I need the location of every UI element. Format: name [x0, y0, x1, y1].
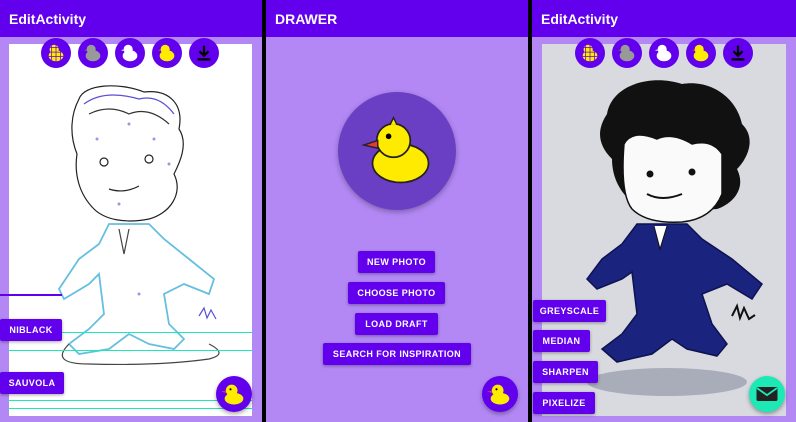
- mail-icon: [756, 387, 778, 401]
- app-title: EditActivity: [541, 11, 619, 27]
- seek-track: [8, 400, 252, 401]
- edit-activity-screen-1: EditActivity NIBLACK SAUVOLA: [0, 0, 262, 422]
- tool-row: [0, 38, 262, 72]
- greyscale-button-label: GREYSCALE: [539, 306, 600, 316]
- duck-fab[interactable]: [216, 376, 252, 412]
- app-bar: DRAWER: [266, 0, 528, 37]
- duck-white-icon[interactable]: [649, 38, 679, 68]
- greyscale-button[interactable]: GREYSCALE: [533, 300, 606, 322]
- search-inspiration-button[interactable]: SEARCH FOR INSPIRATION: [323, 343, 471, 365]
- app-bar: EditActivity: [532, 0, 796, 37]
- sauvola-button[interactable]: SAUVOLA: [0, 372, 64, 394]
- duck-grey-icon[interactable]: [78, 38, 108, 68]
- duck-yellow-icon[interactable]: [686, 38, 716, 68]
- sauvola-button-label: SAUVOLA: [8, 378, 56, 388]
- duck-icon: [361, 116, 430, 184]
- sharpen-button-label: SHARPEN: [542, 367, 589, 377]
- load-draft-button[interactable]: LOAD DRAFT: [355, 313, 438, 335]
- duck-grid-icon[interactable]: [41, 38, 71, 68]
- drawer-screen: DRAWER NEW PHOTO CHOOSE PHOTO LOAD DRAFT…: [266, 0, 528, 422]
- load-draft-button-label: LOAD DRAFT: [365, 319, 428, 329]
- edit-activity-screen-2: EditActivity GREYSCALE MEDIAN SHARPEN PI…: [532, 0, 796, 422]
- new-photo-button-label: NEW PHOTO: [367, 257, 426, 267]
- niblack-button-label: NIBLACK: [9, 325, 53, 335]
- duck-icon: [221, 384, 244, 405]
- seek-track: [8, 408, 252, 409]
- pixelize-button[interactable]: PIXELIZE: [533, 392, 595, 414]
- mail-fab[interactable]: [749, 376, 785, 412]
- duck-grey-icon[interactable]: [612, 38, 642, 68]
- app-title: EditActivity: [9, 11, 87, 27]
- seek-track: [0, 294, 62, 296]
- median-button-label: MEDIAN: [542, 336, 581, 346]
- download-icon[interactable]: [723, 38, 753, 68]
- duck-white-icon[interactable]: [115, 38, 145, 68]
- sharpen-button[interactable]: SHARPEN: [533, 361, 598, 383]
- duck-grid-icon[interactable]: [575, 38, 605, 68]
- image-canvas[interactable]: [9, 44, 252, 416]
- choose-photo-button-label: CHOOSE PHOTO: [357, 288, 436, 298]
- new-photo-button[interactable]: NEW PHOTO: [358, 251, 435, 273]
- duck-yellow-icon[interactable]: [152, 38, 182, 68]
- median-button[interactable]: MEDIAN: [533, 330, 590, 352]
- seek-track: [8, 350, 252, 351]
- duck-icon: [487, 384, 510, 405]
- search-inspiration-button-label: SEARCH FOR INSPIRATION: [332, 349, 462, 359]
- download-icon[interactable]: [189, 38, 219, 68]
- niblack-button[interactable]: NIBLACK: [0, 319, 62, 341]
- app-title: DRAWER: [275, 11, 338, 27]
- tool-row: [532, 38, 796, 72]
- binarized-drawing: [57, 85, 220, 366]
- choose-photo-button[interactable]: CHOOSE PHOTO: [348, 282, 445, 304]
- duck-avatar: [338, 92, 456, 210]
- app-bar: EditActivity: [0, 0, 262, 37]
- pixelize-button-label: PIXELIZE: [542, 398, 586, 408]
- duck-fab[interactable]: [482, 376, 518, 412]
